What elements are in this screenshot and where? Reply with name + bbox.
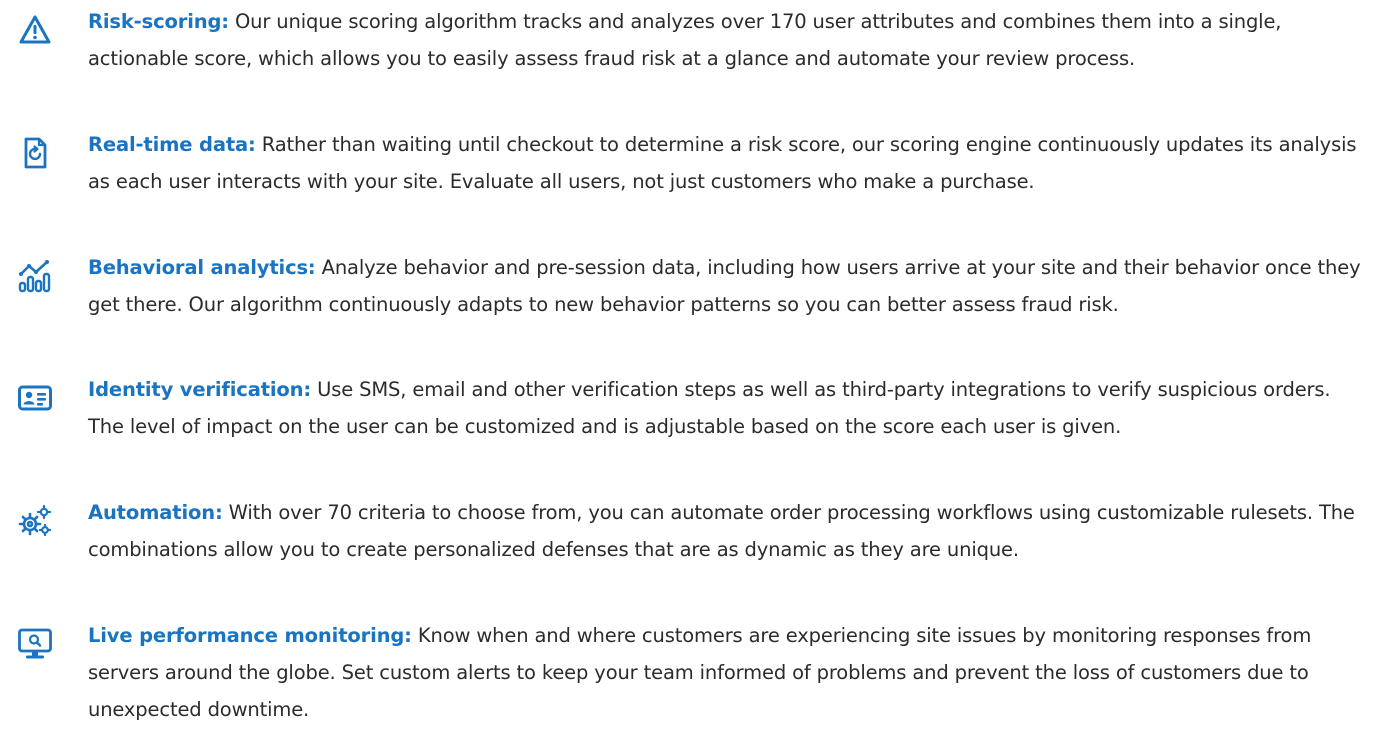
- warning-triangle-icon: [18, 13, 52, 47]
- gears-icon: [18, 504, 52, 538]
- feature-text: Automation: With over 70 criteria to cho…: [88, 494, 1368, 568]
- feature-title: Identity verification:: [88, 378, 312, 401]
- monitor-search-icon: [18, 627, 52, 661]
- feature-title: Automation:: [88, 501, 223, 524]
- mobile-refresh-icon: [18, 136, 52, 170]
- feature-title: Live performance monitoring:: [88, 624, 412, 647]
- feature-title: Real-time data:: [88, 133, 256, 156]
- feature-text: Risk-scoring: Our unique scoring algorit…: [88, 3, 1368, 77]
- id-card-icon: [18, 381, 52, 415]
- feature-description: With over 70 criteria to choose from, yo…: [88, 501, 1355, 561]
- feature-title: Behavioral analytics:: [88, 256, 316, 279]
- feature-description: Our unique scoring algorithm tracks and …: [88, 10, 1282, 70]
- feature-text: Live performance monitoring: Know when a…: [88, 617, 1368, 728]
- feature-text: Real-time data: Rather than waiting unti…: [88, 126, 1368, 200]
- feature-list: Risk-scoring: Our unique scoring algorit…: [0, 0, 1379, 731]
- feature-automation: Automation: With over 70 criteria to cho…: [0, 494, 1379, 604]
- feature-risk-scoring: Risk-scoring: Our unique scoring algorit…: [0, 3, 1379, 113]
- feature-identity-verification: Identity verification: Use SMS, email an…: [0, 371, 1379, 481]
- feature-title: Risk-scoring:: [88, 10, 229, 33]
- feature-real-time-data: Real-time data: Rather than waiting unti…: [0, 126, 1379, 236]
- chart-analytics-icon: [18, 259, 52, 293]
- feature-live-performance-monitoring: Live performance monitoring: Know when a…: [0, 617, 1379, 727]
- feature-description: Rather than waiting until checkout to de…: [88, 133, 1357, 193]
- feature-text: Behavioral analytics: Analyze behavior a…: [88, 249, 1368, 323]
- feature-text: Identity verification: Use SMS, email an…: [88, 371, 1368, 445]
- feature-behavioral-analytics: Behavioral analytics: Analyze behavior a…: [0, 249, 1379, 359]
